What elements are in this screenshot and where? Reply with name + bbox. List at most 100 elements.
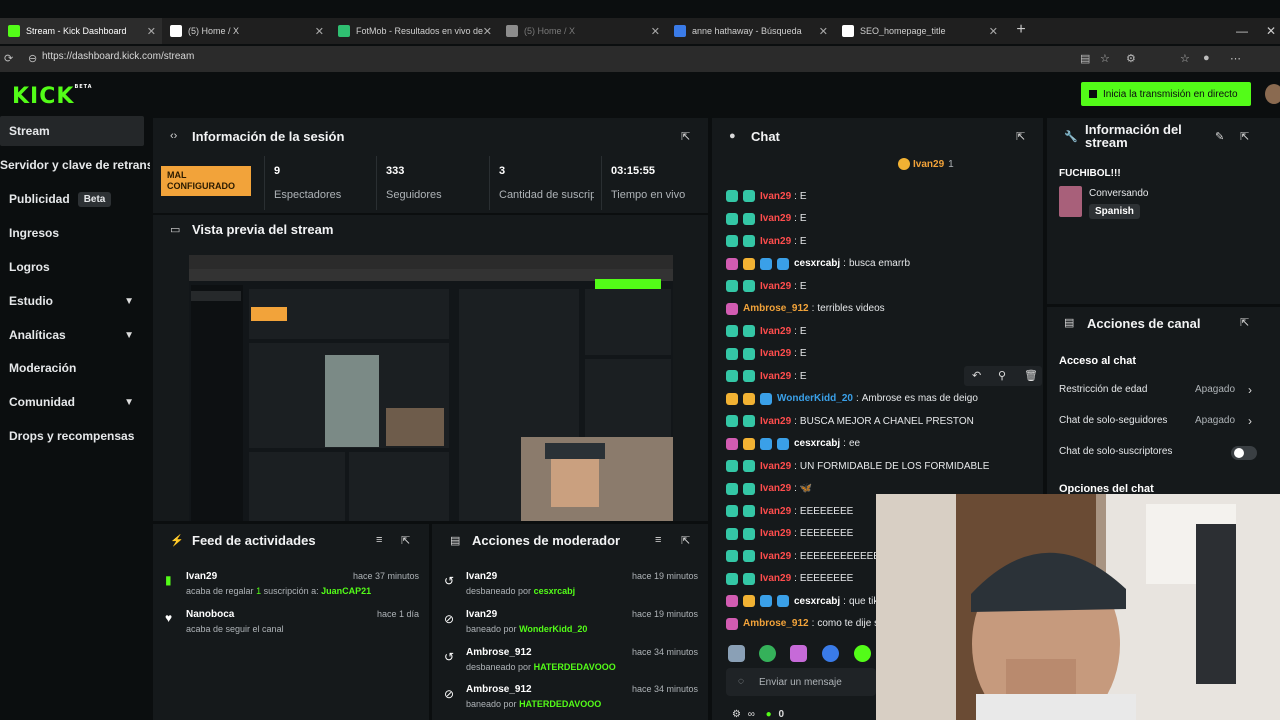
chat-input[interactable]: Enviar un mensaje: [726, 668, 876, 696]
sidebar-item[interactable]: Servidor y clave de retransm: [0, 150, 150, 180]
moderator-name[interactable]: HATERDEDAVOOO: [534, 662, 616, 672]
tab-close-icon[interactable]: ✕: [483, 25, 492, 38]
chat-username[interactable]: cesxrcabj: [794, 438, 840, 449]
popout-icon[interactable]: ⇱: [1240, 316, 1249, 329]
channel-setting-value[interactable]: Apagado: [1195, 415, 1235, 426]
popout-icon[interactable]: ⇱: [1240, 130, 1249, 143]
tab-close-icon[interactable]: ✕: [989, 25, 998, 38]
channel-setting-label[interactable]: Chat de solo-seguidores: [1059, 415, 1167, 426]
filter-icon[interactable]: ≡: [655, 534, 661, 546]
browser-tab[interactable]: (5) Home / X ✕: [498, 18, 666, 44]
chat-username[interactable]: Ivan29: [760, 461, 791, 472]
chat-message[interactable]: Ivan29: E: [726, 186, 1036, 206]
sidebar-item[interactable]: Stream: [0, 116, 144, 146]
sidebar-item[interactable]: Analíticas ▼: [0, 320, 144, 350]
subscribers-only-toggle[interactable]: [1231, 446, 1257, 460]
chat-username[interactable]: Ambrose_912: [743, 618, 809, 629]
chat-username[interactable]: Ivan29: [760, 191, 791, 202]
url-field[interactable]: https://dashboard.kick.com/stream: [42, 51, 194, 62]
sidebar-item[interactable]: Moderación: [0, 353, 144, 383]
gift-target[interactable]: JuanCAP21: [321, 586, 371, 596]
chevron-right-icon[interactable]: ›: [1248, 414, 1252, 428]
chat-message[interactable]: Ivan29: E: [726, 231, 1036, 251]
minimize-icon[interactable]: —: [1236, 18, 1248, 44]
sidebar-item[interactable]: Comunidad ▼: [0, 387, 144, 417]
chat-username[interactable]: Ivan29: [760, 281, 791, 292]
chevron-right-icon[interactable]: ›: [1248, 383, 1252, 397]
close-window-icon[interactable]: ✕: [1266, 18, 1276, 44]
chat-message[interactable]: Ambrose_912: terribles videos: [726, 299, 1036, 319]
moderator-name[interactable]: cesxrcabj: [534, 586, 576, 596]
browser-tab[interactable]: anne hathaway - Búsqueda ✕: [666, 18, 834, 44]
site-info-icon[interactable]: ⟳: [4, 52, 13, 65]
moderator-name[interactable]: HATERDEDAVOOO: [519, 699, 601, 709]
chat-message[interactable]: Ivan29: UN FORMIDABLE DE LOS FORMIDABLE: [726, 456, 1036, 476]
browser-tab[interactable]: Stream - Kick Dashboard ✕: [0, 18, 162, 44]
chat-username[interactable]: Ivan29: [760, 528, 791, 539]
chat-username[interactable]: Ivan29: [760, 416, 791, 427]
chat-username[interactable]: cesxrcabj: [794, 596, 840, 607]
sidebar-item[interactable]: Logros: [0, 252, 144, 282]
extensions-icon[interactable]: ⚙: [1126, 52, 1136, 65]
channel-setting-value[interactable]: Apagado: [1195, 384, 1235, 395]
browser-tab[interactable]: (5) Home / X ✕: [162, 18, 330, 44]
pin-icon[interactable]: ⚲: [998, 369, 1006, 382]
chat-message[interactable]: Ivan29: E: [726, 344, 1036, 364]
tab-close-icon[interactable]: ✕: [651, 25, 660, 38]
emote-icon[interactable]: [790, 645, 807, 662]
chat-username[interactable]: Ambrose_912: [743, 303, 809, 314]
chat-message[interactable]: Ivan29: BUSCA MEJOR A CHANEL PRESTON: [726, 411, 1036, 431]
collections-icon[interactable]: ☆: [1180, 52, 1190, 65]
chat-username[interactable]: Ivan29: [760, 348, 791, 359]
emoji-icon[interactable]: ◌: [738, 676, 744, 687]
chat-username[interactable]: Ivan29: [760, 506, 791, 517]
delete-icon[interactable]: 🗑: [1024, 369, 1038, 382]
settings-icon[interactable]: ⚙: [732, 709, 741, 720]
chat-username[interactable]: Ivan29: [760, 483, 791, 494]
chat-message[interactable]: Ivan29: E: [726, 321, 1036, 341]
tab-close-icon[interactable]: ✕: [315, 25, 324, 38]
tab-close-icon[interactable]: ✕: [819, 25, 828, 38]
browser-tab[interactable]: FotMob - Resultados en vivo de fú ✕: [330, 18, 498, 44]
chat-username[interactable]: Ivan29: [760, 236, 791, 247]
emote-icon[interactable]: [759, 645, 776, 662]
chat-message[interactable]: cesxrcabj: ee: [726, 434, 1036, 454]
lock-icon[interactable]: ⊖: [28, 52, 37, 65]
favorite-icon[interactable]: ☆: [1100, 52, 1110, 65]
sidebar-item[interactable]: Estudio ▼: [0, 286, 144, 316]
kick-logo[interactable]: KICKBETA: [12, 84, 93, 109]
pinned-gifter[interactable]: Ivan29 1: [898, 158, 954, 170]
sidebar-item[interactable]: Ingresos: [0, 218, 144, 248]
new-tab-button[interactable]: +: [1013, 18, 1029, 44]
chat-message[interactable]: cesxrcabj: que tik: [726, 591, 876, 611]
edit-icon[interactable]: ✎: [1215, 130, 1224, 143]
users-icon[interactable]: ●: [766, 709, 772, 720]
chat-username[interactable]: Ivan29: [760, 551, 791, 562]
go-live-button[interactable]: Inicia la transmisión en directo: [1081, 82, 1251, 106]
channel-setting-label[interactable]: Restricción de edad: [1059, 384, 1147, 395]
chat-message[interactable]: Ivan29: E: [726, 276, 1036, 296]
filter-icon[interactable]: ≡: [376, 534, 382, 546]
channel-setting-label[interactable]: Chat de solo-suscriptores: [1059, 446, 1172, 457]
profile-icon[interactable]: ●: [1203, 52, 1210, 64]
moderator-name[interactable]: WonderKidd_20: [519, 624, 587, 634]
emote-icon[interactable]: [822, 645, 839, 662]
chat-username[interactable]: cesxrcabj: [794, 258, 840, 269]
chat-username[interactable]: WonderKidd_20: [777, 393, 853, 404]
browser-tab[interactable]: SEO_homepage_title ✕: [834, 18, 1004, 44]
sidebar-item[interactable]: Publicidad Beta: [0, 184, 144, 214]
chat-username[interactable]: Ivan29: [760, 326, 791, 337]
reader-icon[interactable]: ▤: [1080, 52, 1090, 65]
chat-message[interactable]: WonderKidd_20: Ambrose es mas de deigo: [726, 389, 1036, 409]
stream-preview-video[interactable]: [189, 255, 673, 521]
chat-username[interactable]: Ivan29: [760, 371, 791, 382]
chat-message[interactable]: Ambrose_912: como te dije s: [726, 614, 876, 634]
popout-icon[interactable]: ⇱: [681, 130, 690, 143]
chat-username[interactable]: Ivan29: [760, 213, 791, 224]
chat-username[interactable]: Ivan29: [760, 573, 791, 584]
reply-icon[interactable]: ↶: [972, 369, 981, 382]
more-menu-icon[interactable]: ⋯: [1230, 52, 1241, 65]
chat-message[interactable]: Ivan29: E: [726, 209, 1036, 229]
chat-message[interactable]: cesxrcabj: busca emarrb: [726, 254, 1036, 274]
popout-icon[interactable]: ⇱: [681, 534, 690, 547]
